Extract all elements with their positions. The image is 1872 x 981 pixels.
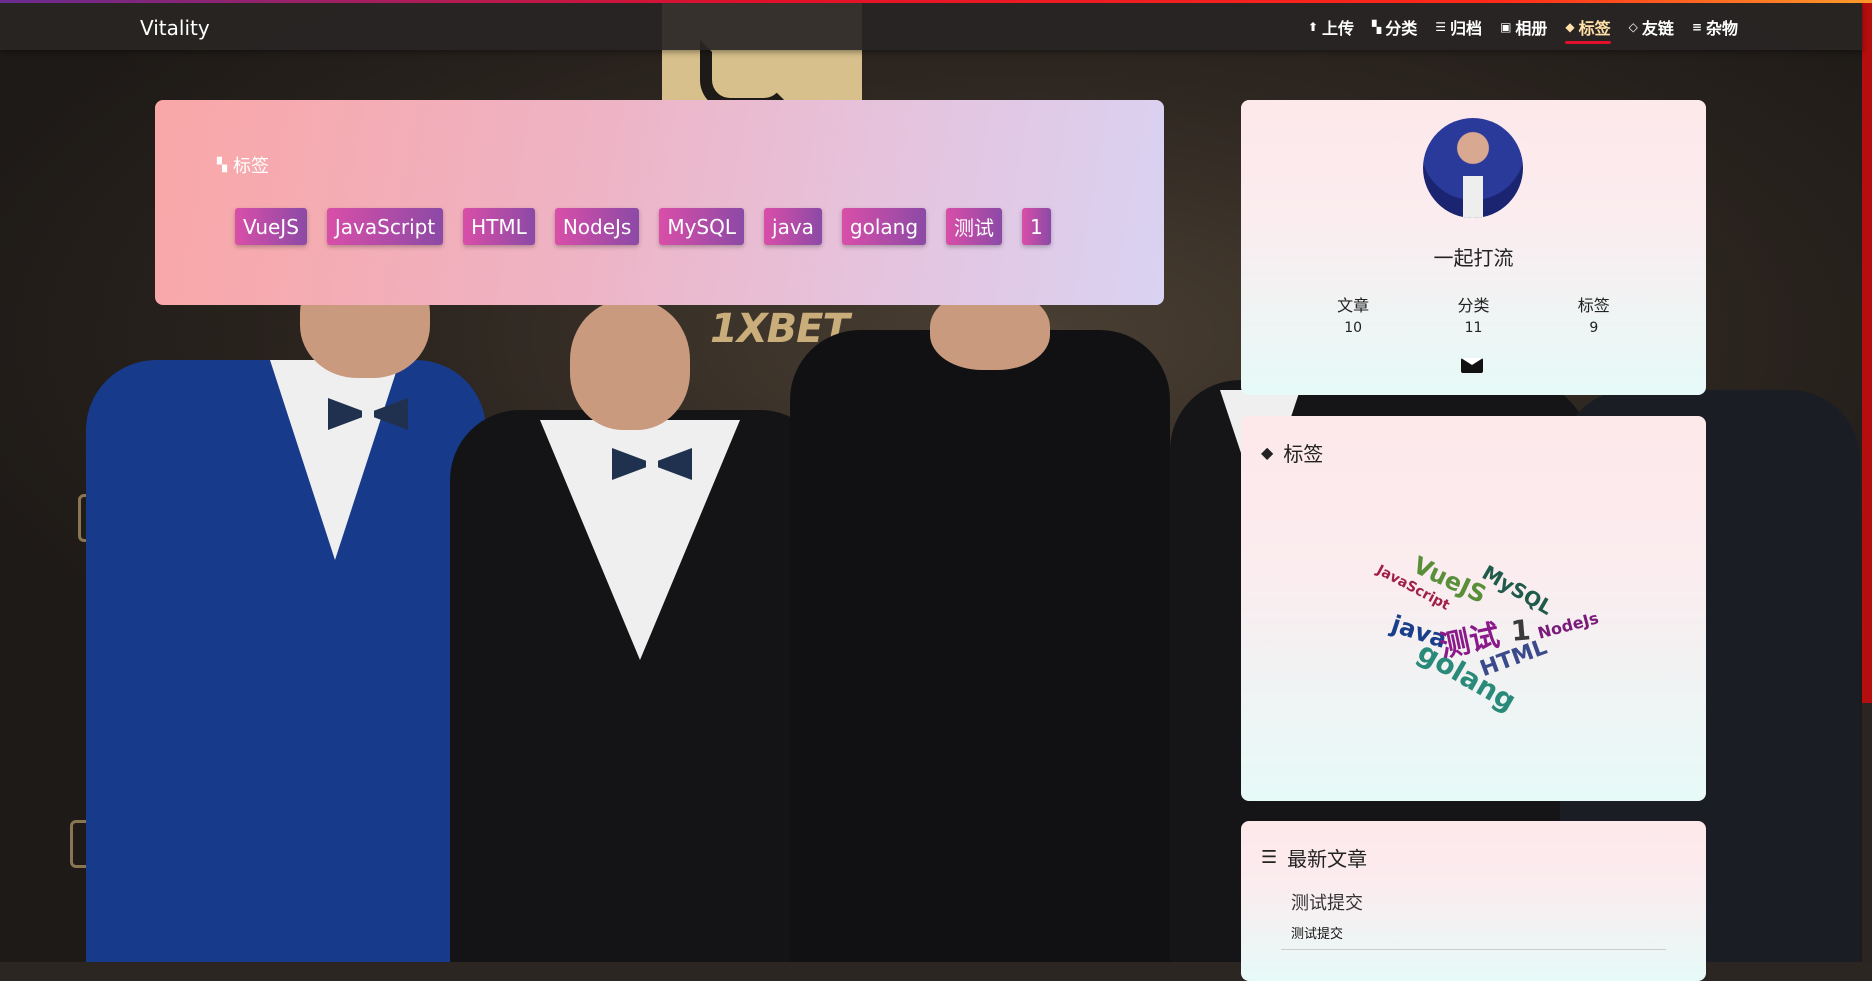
nav-item-upload[interactable]: ⬆ 上传 xyxy=(1308,3,1354,50)
stat-label: 标签 xyxy=(1577,296,1610,315)
nav-item-categories[interactable]: ▚ 分类 xyxy=(1372,3,1417,50)
avatar[interactable] xyxy=(1423,118,1523,218)
upload-icon: ⬆ xyxy=(1307,19,1319,34)
stat-tags[interactable]: 标签 9 xyxy=(1564,292,1624,336)
nav-item-label: 归档 xyxy=(1450,18,1483,38)
stat-value: 9 xyxy=(1589,320,1599,336)
nav-item-label: 杂物 xyxy=(1705,18,1738,38)
stat-value: 11 xyxy=(1464,320,1483,336)
recent-post-link[interactable]: 测试提交 xyxy=(1291,889,1363,915)
navbar: Vitality ⬆ 上传 ▚ 分类 ☰ 归档 ▣ 相册 ◆ 标签 ◇ 友链 ≡… xyxy=(0,3,1862,50)
nav-item-misc[interactable]: ≡ 杂物 xyxy=(1692,3,1738,50)
nav-item-links[interactable]: ◇ 友链 xyxy=(1629,3,1674,50)
tag-panel-title: 标签 xyxy=(233,156,269,177)
tag-chip[interactable]: NodeJs xyxy=(554,208,640,245)
tag-list: VueJS JavaScript HTML NodeJs MySQL java … xyxy=(235,208,1051,245)
stat-value: 10 xyxy=(1344,320,1363,336)
tag-cloud-card: ◆ 标签 VueJS MySQL JavaScript java 测试 1 No… xyxy=(1241,416,1706,801)
nav-item-label: 友链 xyxy=(1641,18,1674,38)
nav-item-album[interactable]: ▣ 相册 xyxy=(1500,3,1547,50)
profile-name: 一起打流 xyxy=(1433,246,1514,270)
tag-panel-heading: ▚ 标签 xyxy=(217,152,269,178)
recent-posts-title: 最新文章 xyxy=(1287,847,1368,871)
recent-posts-heading: ☰ 最新文章 xyxy=(1261,843,1367,872)
nav-item-label: 上传 xyxy=(1322,18,1355,38)
page-scrollbar[interactable] xyxy=(1862,3,1872,962)
nav-menu: ⬆ 上传 ▚ 分类 ☰ 归档 ▣ 相册 ◆ 标签 ◇ 友链 ≡ 杂物 xyxy=(1308,3,1738,50)
site-brand[interactable]: Vitality xyxy=(140,16,210,40)
tag-icon: ◆ xyxy=(1261,443,1274,462)
tag-chip[interactable]: 1 xyxy=(1022,208,1051,245)
tag-chip[interactable]: JavaScript xyxy=(326,208,444,245)
tag-panel: ▚ 标签 VueJS JavaScript HTML NodeJs MySQL … xyxy=(155,100,1164,305)
profile-card: 一起打流 文章 10 分类 11 标签 9 xyxy=(1241,100,1706,395)
nav-item-label: 相册 xyxy=(1515,18,1548,38)
tag-chip[interactable]: HTML xyxy=(463,208,535,245)
tag-icon: ◆ xyxy=(1565,19,1575,34)
tag-chip[interactable]: VueJS xyxy=(235,208,307,245)
diamond-icon: ◇ xyxy=(1628,19,1638,34)
cubes-icon: ▚ xyxy=(1372,19,1382,34)
divider xyxy=(1281,949,1666,950)
cubes-icon: ▚ xyxy=(217,157,227,173)
archive-icon: ☰ xyxy=(1261,847,1278,868)
nav-item-label: 分类 xyxy=(1385,18,1418,38)
tag-cloud-heading: ◆ 标签 xyxy=(1261,438,1323,467)
tag-cloud-title: 标签 xyxy=(1283,442,1324,466)
nav-item-archive[interactable]: ☰ 归档 xyxy=(1435,3,1482,50)
archive-icon: ☰ xyxy=(1435,19,1447,34)
tag-chip[interactable]: 测试 xyxy=(946,208,1003,245)
recent-post-excerpt: 测试提交 xyxy=(1291,927,1344,942)
email-icon[interactable] xyxy=(1461,358,1483,373)
list-icon: ≡ xyxy=(1691,19,1702,34)
nav-item-tags[interactable]: ◆ 标签 xyxy=(1565,3,1611,50)
tag-chip[interactable]: java xyxy=(764,208,822,245)
profile-stats: 文章 10 分类 11 标签 9 xyxy=(1241,292,1706,336)
nav-item-label: 标签 xyxy=(1578,18,1611,38)
tag-cloud: VueJS MySQL JavaScript java 测试 1 NodeJs … xyxy=(1361,551,1601,726)
tag-chip[interactable]: golang xyxy=(841,208,927,245)
scrollbar-thumb[interactable] xyxy=(1862,3,1872,703)
image-icon: ▣ xyxy=(1500,19,1512,34)
stat-categories[interactable]: 分类 11 xyxy=(1443,292,1503,336)
tag-chip[interactable]: MySQL xyxy=(659,208,745,245)
stat-label: 文章 xyxy=(1337,296,1370,315)
top-accent-line xyxy=(0,0,1872,3)
stat-label: 分类 xyxy=(1457,296,1490,315)
recent-posts-card: ☰ 最新文章 测试提交 测试提交 xyxy=(1241,821,1706,981)
stat-articles[interactable]: 文章 10 xyxy=(1323,292,1383,336)
